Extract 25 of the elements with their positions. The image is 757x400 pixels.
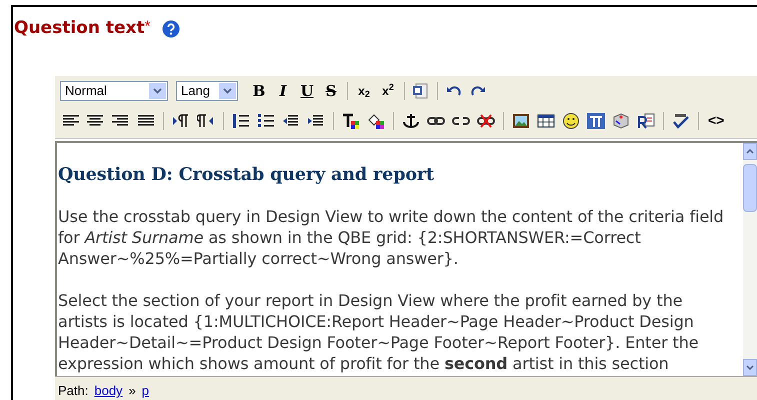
html-source-button[interactable]: <>	[705, 110, 728, 132]
format-button[interactable]: S	[320, 80, 342, 102]
scroll-down-icon[interactable]	[746, 364, 754, 370]
caret-icon	[153, 88, 162, 94]
format-button[interactable]: B	[248, 80, 270, 102]
dropdown-field[interactable]: Normal	[60, 80, 168, 100]
question-paragraph: Use the crosstab query in Design View to write down the content of the criteria field for Artist Surname as shown in the QBE grid: {2:SHORTANSWER:=Correct Answer~%25%=Partially correct~Wrong answer}.	[58, 206, 724, 268]
format-button[interactable]: U	[296, 80, 318, 102]
path-separator: »	[128, 382, 136, 400]
format-button[interactable]: I	[272, 80, 294, 102]
scroll-thumb[interactable]	[743, 164, 757, 212]
help-icon	[162, 20, 180, 38]
dropdown-field[interactable]: Lang	[176, 80, 238, 100]
script-button[interactable]: x$^{2}$	[377, 80, 399, 102]
question-heading: Question D: Crosstab query and report	[58, 164, 436, 186]
script-button[interactable]: x$_{2}$	[353, 80, 375, 102]
path-label: Path:	[58, 382, 88, 400]
scroll-up-icon[interactable]	[746, 148, 754, 154]
path-link[interactable]: body	[94, 381, 123, 400]
path-link[interactable]: p	[142, 381, 150, 400]
scrollbar[interactable]	[743, 142, 757, 376]
field-label: Question text	[14, 17, 145, 40]
caret-icon	[223, 88, 232, 94]
required-mark: *	[144, 17, 150, 37]
question-paragraph: Select the section of your report in Design View where the profit earned by the artists is located {1:MULTICHOICE:Report Header~Page Header~Product Design Header~Detail~=Product Design Footer~Page Footer~Report Footer}. Enter the expression which shows amount of profit for the second artist in this section	[58, 290, 700, 374]
